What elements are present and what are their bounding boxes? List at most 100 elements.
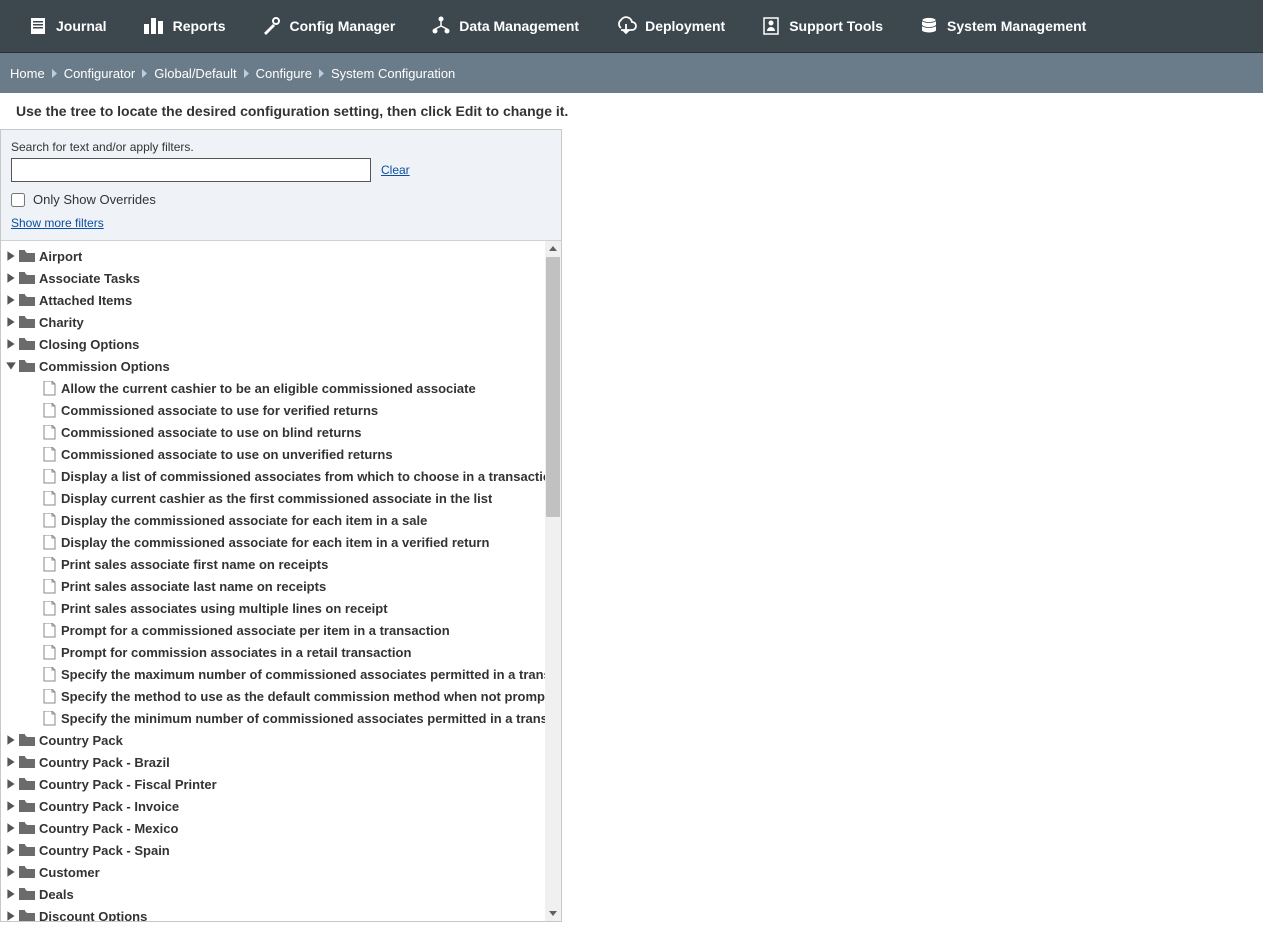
search-input[interactable]: [11, 158, 371, 182]
tree-folder[interactable]: Country Pack - Invoice: [5, 795, 561, 817]
tree-item[interactable]: Prompt for a commissioned associate per …: [5, 619, 561, 641]
tree-item-label: Commissioned associate to use on unverif…: [61, 447, 393, 462]
filter-area: Search for text and/or apply filters. Cl…: [1, 130, 561, 241]
tree-item-label: Print sales associate first name on rece…: [61, 557, 328, 572]
tree-folder[interactable]: Commission Options: [5, 355, 561, 377]
tree-item[interactable]: Print sales associate first name on rece…: [5, 553, 561, 575]
nav-config-manager[interactable]: Config Manager: [243, 0, 413, 52]
tree-folder[interactable]: Deals: [5, 883, 561, 905]
nav-support-tools[interactable]: Support Tools: [743, 0, 901, 52]
file-icon: [43, 447, 56, 462]
expand-icon[interactable]: [5, 888, 17, 900]
expand-icon[interactable]: [5, 844, 17, 856]
nav-label: Deployment: [645, 18, 725, 34]
nav-label: Reports: [173, 18, 226, 34]
clear-link[interactable]: Clear: [381, 163, 410, 177]
tree-item[interactable]: Commissioned associate to use on unverif…: [5, 443, 561, 465]
tree-folder[interactable]: Associate Tasks: [5, 267, 561, 289]
file-icon: [43, 711, 56, 726]
nav-data-management[interactable]: Data Management: [413, 0, 597, 52]
expand-icon[interactable]: [5, 910, 17, 921]
expand-icon[interactable]: [5, 778, 17, 790]
file-icon: [43, 623, 56, 638]
tree-folder-label: Country Pack - Mexico: [39, 821, 178, 836]
breadcrumb-item[interactable]: Configure: [256, 66, 312, 81]
folder-icon: [19, 271, 35, 285]
breadcrumb-item[interactable]: System Configuration: [331, 66, 455, 81]
only-overrides-checkbox[interactable]: [11, 193, 25, 207]
nav-label: Config Manager: [289, 18, 395, 34]
scroll-thumb[interactable]: [546, 257, 560, 517]
scroll-down-button[interactable]: [545, 905, 561, 921]
tree-item[interactable]: Display current cashier as the first com…: [5, 487, 561, 509]
config-tree-panel: Search for text and/or apply filters. Cl…: [0, 129, 562, 922]
tree-item-label: Display the commissioned associate for e…: [61, 535, 489, 550]
tree-folder[interactable]: Charity: [5, 311, 561, 333]
expand-icon[interactable]: [5, 866, 17, 878]
tree-item[interactable]: Display the commissioned associate for e…: [5, 509, 561, 531]
tree-item[interactable]: Commissioned associate to use for verifi…: [5, 399, 561, 421]
tree-item[interactable]: Specify the method to use as the default…: [5, 685, 561, 707]
nav-label: System Management: [947, 18, 1086, 34]
tree-folder[interactable]: Attached Items: [5, 289, 561, 311]
top-nav: Journal Reports Config Manager Data Managem…: [0, 0, 1263, 53]
expand-icon[interactable]: [5, 734, 17, 746]
breadcrumb-item[interactable]: Configurator: [64, 66, 136, 81]
collapse-icon[interactable]: [5, 360, 17, 372]
tree-item[interactable]: Display a list of commissioned associate…: [5, 465, 561, 487]
expand-icon[interactable]: [5, 338, 17, 350]
tree-folder[interactable]: Airport: [5, 245, 561, 267]
nav-deployment[interactable]: Deployment: [597, 0, 743, 52]
expand-icon[interactable]: [5, 756, 17, 768]
nav-reports[interactable]: Reports: [125, 0, 244, 52]
tree-item[interactable]: Print sales associate last name on recei…: [5, 575, 561, 597]
file-icon: [43, 667, 56, 682]
only-overrides-label: Only Show Overrides: [33, 192, 156, 207]
tree-folder[interactable]: Country Pack - Brazil: [5, 751, 561, 773]
tree-folder[interactable]: Country Pack - Spain: [5, 839, 561, 861]
breadcrumb-item[interactable]: Global/Default: [154, 66, 236, 81]
tree-item[interactable]: Print sales associates using multiple li…: [5, 597, 561, 619]
expand-icon[interactable]: [5, 822, 17, 834]
config-tree: Airport Associate TasksAttached ItemsChar…: [1, 241, 561, 921]
show-more-filters-link[interactable]: Show more filters: [11, 216, 104, 230]
tree-item[interactable]: Allow the current cashier to be an eligi…: [5, 377, 561, 399]
folder-icon: [19, 733, 35, 747]
scroll-up-button[interactable]: [545, 241, 561, 257]
expand-icon[interactable]: [5, 272, 17, 284]
tree-folder[interactable]: Country Pack - Fiscal Printer: [5, 773, 561, 795]
tree-item-label: Commissioned associate to use for verifi…: [61, 403, 378, 418]
nav-label: Journal: [56, 18, 107, 34]
tree-folder[interactable]: Customer: [5, 861, 561, 883]
tree-folder[interactable]: Country Pack - Mexico: [5, 817, 561, 839]
folder-icon: [19, 777, 35, 791]
tree-folder[interactable]: Country Pack: [5, 729, 561, 751]
folder-icon: [19, 337, 35, 351]
expand-icon[interactable]: [5, 294, 17, 306]
tree-item[interactable]: Specify the maximum number of commission…: [5, 663, 561, 685]
expand-icon[interactable]: [5, 800, 17, 812]
tree-item[interactable]: Commissioned associate to use on blind r…: [5, 421, 561, 443]
expand-icon[interactable]: [5, 316, 17, 328]
nav-system-management[interactable]: System Management: [901, 0, 1104, 52]
nav-journal[interactable]: Journal: [10, 0, 125, 52]
tree-folder-label: Airport: [39, 249, 82, 264]
file-icon: [43, 403, 56, 418]
breadcrumb-item[interactable]: Home: [10, 66, 45, 81]
tree-item-label: Specify the maximum number of commission…: [61, 667, 561, 682]
expand-icon[interactable]: [5, 250, 17, 262]
scrollbar[interactable]: [545, 241, 561, 921]
tree-item-label: Prompt for commission associates in a re…: [61, 645, 411, 660]
folder-icon: [19, 249, 35, 263]
tree-folder[interactable]: Discount Options: [5, 905, 561, 921]
file-icon: [43, 601, 56, 616]
tree-item[interactable]: Specify the minimum number of commission…: [5, 707, 561, 729]
tree-folder-label: Country Pack - Brazil: [39, 755, 170, 770]
tree-item[interactable]: Display the commissioned associate for e…: [5, 531, 561, 553]
tree-item[interactable]: Prompt for commission associates in a re…: [5, 641, 561, 663]
tree-folder-label: Country Pack - Invoice: [39, 799, 179, 814]
filter-label: Search for text and/or apply filters.: [11, 140, 551, 154]
tree-item-label: Display current cashier as the first com…: [61, 491, 492, 506]
tree-folder-label: Discount Options: [39, 909, 147, 922]
tree-folder[interactable]: Closing Options: [5, 333, 561, 355]
